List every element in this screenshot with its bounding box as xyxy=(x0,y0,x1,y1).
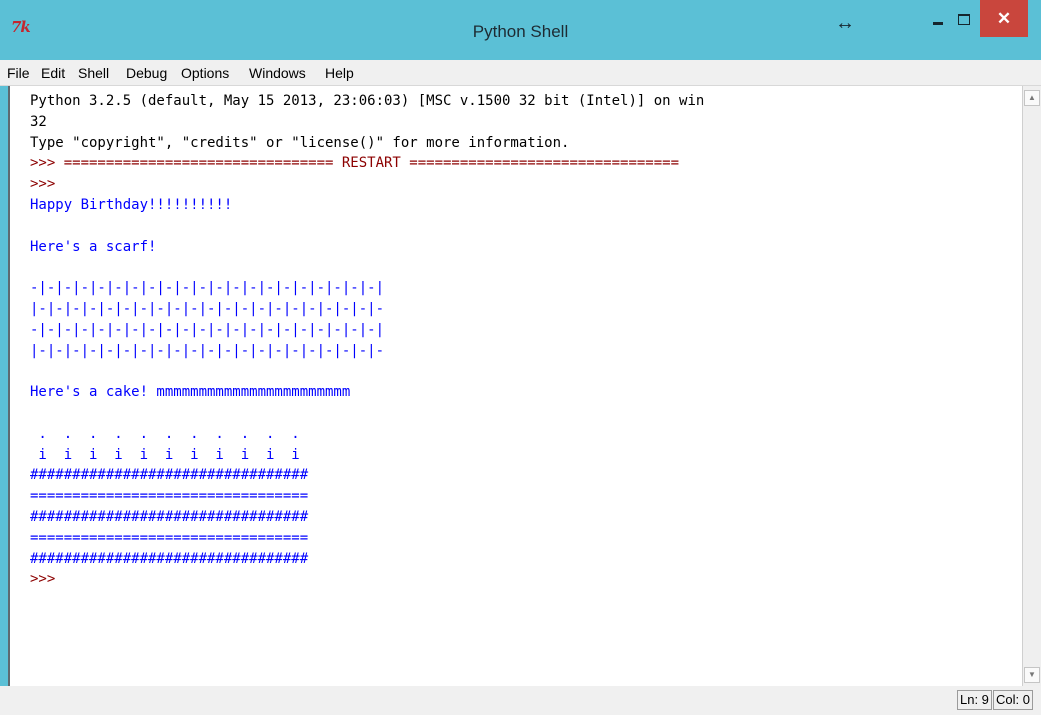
maximize-icon xyxy=(958,13,970,25)
shell-line: Here's a scarf! xyxy=(30,238,157,255)
shell-line: ================================= xyxy=(30,529,309,546)
close-button[interactable]: ✕ xyxy=(980,0,1028,37)
shell-line: ################################# xyxy=(30,508,309,525)
shell-line: ================================= xyxy=(30,488,309,505)
shell-line: i i i i i i i i i i i xyxy=(30,446,300,463)
scroll-down-icon[interactable]: ▼ xyxy=(1024,667,1040,683)
title-bar[interactable]: 7k Python Shell ↔ ✕ xyxy=(0,0,1041,60)
menu-shell[interactable]: Shell xyxy=(78,65,109,81)
shell-line: Here's a cake! mmmmmmmmmmmmmmmmmmmmmmm xyxy=(30,384,351,401)
status-bar: Ln: 9 Col: 0 xyxy=(0,686,1041,715)
menu-bar: File Edit Shell Debug Options Windows He… xyxy=(0,60,1041,86)
scroll-up-icon[interactable]: ▲ xyxy=(1024,90,1040,106)
menu-file[interactable]: File xyxy=(7,65,30,81)
shell-line: Happy Birthday!!!!!!!!!! xyxy=(30,196,233,213)
shell-line: >>> xyxy=(30,176,56,193)
line-number: Ln: 9 xyxy=(957,690,992,710)
shell-line: >>> xyxy=(30,571,56,588)
window-title: Python Shell xyxy=(472,22,569,41)
shell-line: ################################# xyxy=(30,467,309,484)
menu-help[interactable]: Help xyxy=(325,65,354,81)
minimize-icon xyxy=(933,21,943,25)
python-shell-window: 7k Python Shell ↔ ✕ File Edit Shell Debu… xyxy=(0,0,1041,715)
menu-edit[interactable]: Edit xyxy=(41,65,65,81)
shell-line: . . . . . . . . . . . xyxy=(30,425,300,442)
resize-icon[interactable]: ↔ xyxy=(832,4,858,42)
shell-line: 32 xyxy=(30,113,47,130)
shell-line: -|-|-|-|-|-|-|-|-|-|-|-|-|-|-|-|-|-|-|-|… xyxy=(30,321,385,338)
shell-line: |-|-|-|-|-|-|-|-|-|-|-|-|-|-|-|-|-|-|-|-… xyxy=(30,300,385,317)
shell-line: |-|-|-|-|-|-|-|-|-|-|-|-|-|-|-|-|-|-|-|-… xyxy=(30,342,385,359)
minimize-button[interactable] xyxy=(924,0,952,38)
maximize-button[interactable] xyxy=(952,0,976,38)
shell-line: Type "copyright", "credits" or "license(… xyxy=(30,134,570,151)
shell-line: >>> ================================ RES… xyxy=(30,155,680,172)
shell-line: Python 3.2.5 (default, May 15 2013, 23:0… xyxy=(30,93,705,109)
menu-windows[interactable]: Windows xyxy=(249,65,306,81)
menu-debug[interactable]: Debug xyxy=(126,65,167,81)
shell-text[interactable]: Python 3.2.5 (default, May 15 2013, 23:0… xyxy=(30,91,1020,590)
shell-line: -|-|-|-|-|-|-|-|-|-|-|-|-|-|-|-|-|-|-|-|… xyxy=(30,280,385,297)
close-icon: ✕ xyxy=(996,8,1012,28)
vertical-scrollbar[interactable]: ▲ ▼ xyxy=(1022,86,1041,686)
shell-output-area[interactable]: Python 3.2.5 (default, May 15 2013, 23:0… xyxy=(8,86,1024,686)
column-number: Col: 0 xyxy=(993,690,1033,710)
menu-options[interactable]: Options xyxy=(181,65,229,81)
shell-line: ################################# xyxy=(30,550,309,567)
